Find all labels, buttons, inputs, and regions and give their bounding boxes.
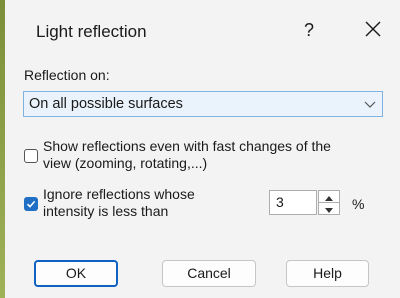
help-button[interactable]: Help (286, 260, 369, 287)
checkmark-icon (26, 200, 36, 208)
light-reflection-dialog: Light reflection ? Reflection on: On all… (0, 0, 400, 298)
close-button[interactable] (362, 18, 384, 40)
reflection-on-label: Reflection on: (24, 67, 110, 83)
fast-changes-label[interactable]: Show reflections even with fast changes … (43, 138, 331, 172)
ignore-low-intensity-label[interactable]: Ignore reflections whose intensity is le… (43, 186, 195, 220)
intensity-threshold-input[interactable]: 3 (269, 190, 317, 215)
fast-changes-checkbox[interactable] (24, 149, 38, 163)
fast-changes-label-line1: Show reflections even with fast changes … (43, 138, 331, 154)
fast-changes-label-line2: view (zooming, rotating,...) (43, 155, 208, 171)
ignore-low-intensity-line1: Ignore reflections whose (43, 186, 195, 202)
stepper-down-button[interactable] (319, 203, 339, 214)
ok-button[interactable]: OK (34, 260, 118, 287)
dialog-title: Light reflection (36, 22, 147, 41)
reflection-surface-select[interactable]: On all possible surfaces (23, 91, 383, 117)
stepper-up-button[interactable] (319, 191, 339, 203)
reflection-surface-value: On all possible surfaces (29, 96, 183, 112)
percent-unit-label: % (352, 196, 365, 212)
window-edge-accent (0, 0, 5, 298)
chevron-down-icon (364, 101, 376, 108)
arrow-down-icon (325, 208, 333, 213)
ignore-low-intensity-line2: intensity is less than (43, 203, 169, 219)
help-question-button[interactable]: ? (299, 20, 319, 41)
ignore-low-intensity-checkbox[interactable] (24, 197, 38, 211)
intensity-threshold-stepper (318, 190, 340, 215)
close-icon (365, 21, 381, 37)
cancel-button[interactable]: Cancel (162, 260, 256, 287)
